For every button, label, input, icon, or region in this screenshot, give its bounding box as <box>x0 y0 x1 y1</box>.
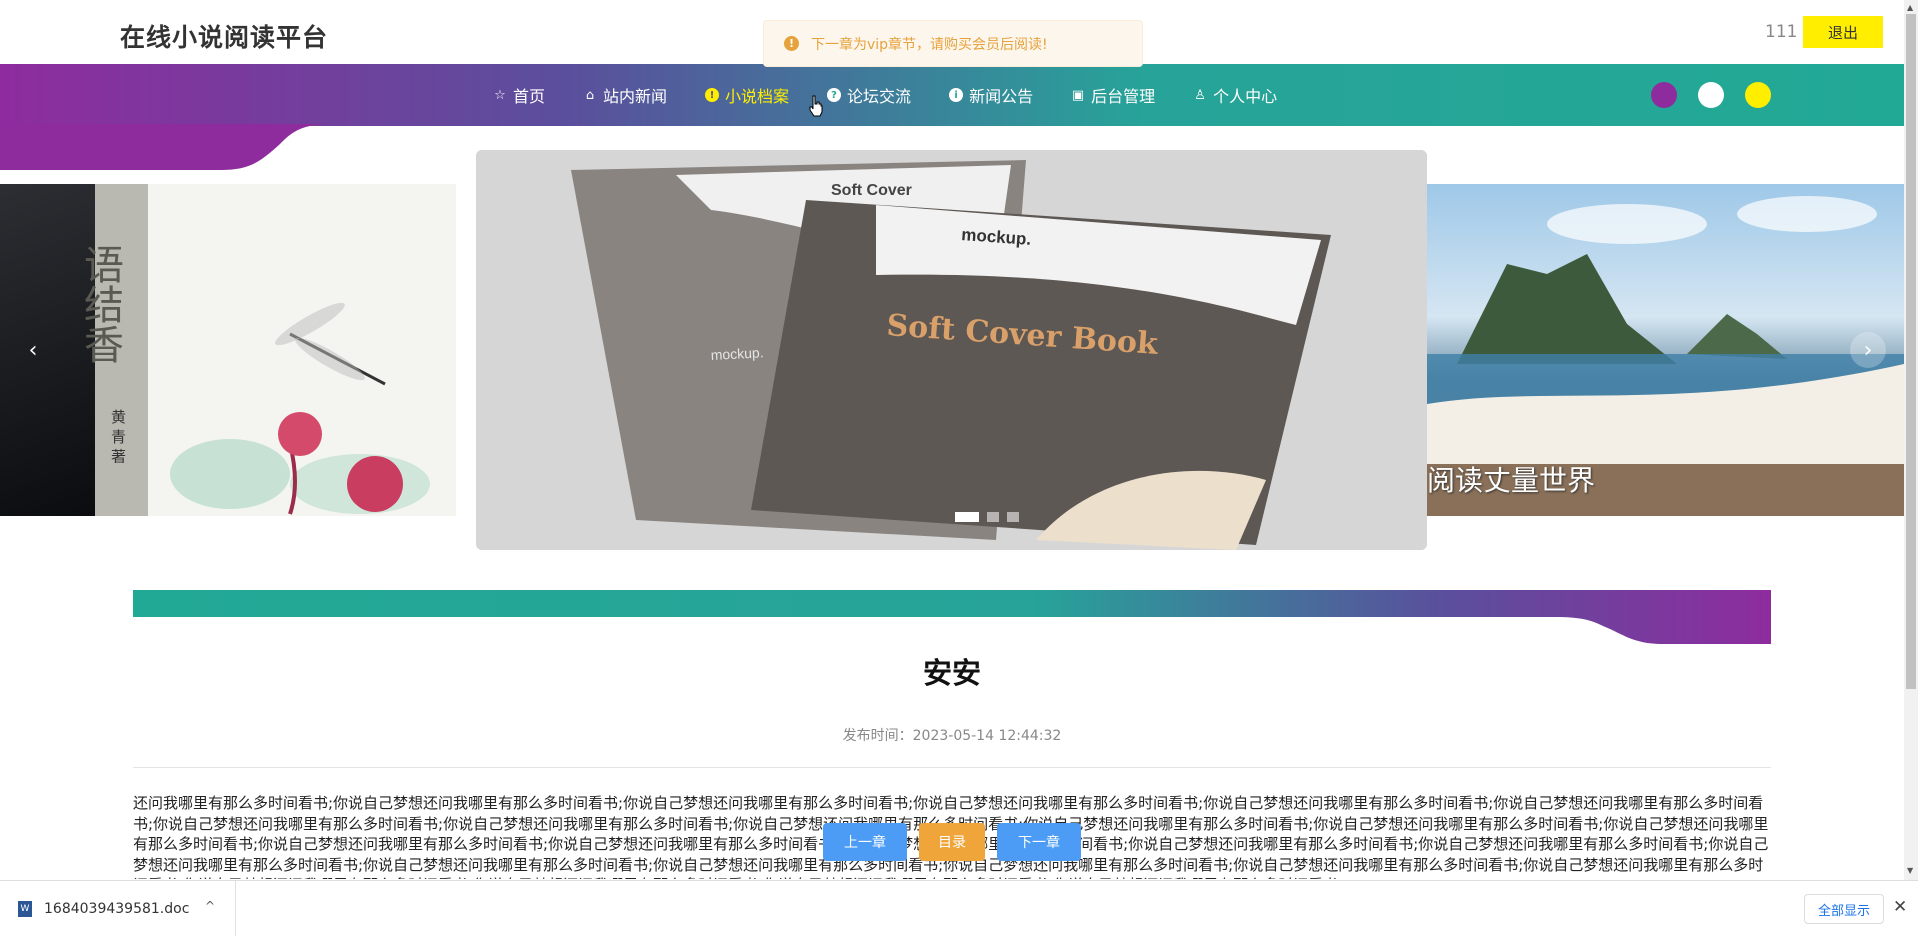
browser-download-bar: W 1684039439581.doc ^ 全部显示 ✕ <box>0 880 1918 936</box>
publish-time: 发布时间：2023-05-14 12:44:32 <box>842 728 1062 744</box>
svg-text:黄 青 著: 黄 青 著 <box>109 409 127 464</box>
nav-item-label: 个人中心 <box>1213 87 1278 106</box>
article-title: 安安 <box>922 656 981 690</box>
info-icon: ! <box>705 88 720 102</box>
carousel-slide-prev[interactable]: 语结香 黄 青 著 <box>0 184 456 516</box>
main-nav: ☆ 首页 ⌂ 站内新闻 ! 小说档案 ? 论坛交流 i 新闻公告 ▣ 后台管理 … <box>0 64 1904 126</box>
carousel-indicator-2[interactable] <box>987 512 999 522</box>
nav-item-home[interactable]: ☆ 首页 <box>493 83 545 107</box>
svg-text:语结香: 语结香 <box>77 244 123 364</box>
close-icon[interactable]: ✕ <box>1893 897 1907 917</box>
word-doc-icon: W <box>18 901 32 917</box>
next-chapter-button[interactable]: 下一章 <box>997 823 1081 861</box>
carousel-indicator-1[interactable] <box>955 512 979 522</box>
svg-text:mockup.: mockup. <box>710 344 764 363</box>
chapter-navigation: 上一章 目录 下一章 <box>823 823 1093 861</box>
softcover-mockup-image: Soft Cover mockup. mockup. Soft Cover Bo… <box>476 150 1427 550</box>
prev-chapter-button[interactable]: 上一章 <box>823 823 907 861</box>
nav-item-label: 首页 <box>513 87 546 106</box>
carousel-prev-arrow[interactable]: ‹ <box>15 332 51 368</box>
logout-button[interactable]: 退出 <box>1803 16 1883 48</box>
carousel-slide-active[interactable]: Soft Cover mockup. mockup. Soft Cover Bo… <box>476 150 1427 550</box>
bag-icon: ⌂ <box>585 87 595 103</box>
download-item[interactable]: W 1684039439581.doc ^ <box>0 881 236 936</box>
nav-item-profile[interactable]: ♙ 个人中心 <box>1193 83 1277 107</box>
clipboard-icon: ▣ <box>1071 87 1085 103</box>
scrollbar-thumb[interactable] <box>1906 14 1916 689</box>
carousel-indicators <box>955 512 1027 522</box>
vip-warning-toast: ! 下一章为vip章节，请购买会员后阅读! <box>763 20 1143 67</box>
dragonfly-illustration: 语结香 黄 青 著 <box>77 244 430 515</box>
mouse-cursor-icon <box>809 95 823 117</box>
banner-carousel: 语结香 黄 青 著 Soft Cover mockup. mockup. Sof… <box>0 150 1904 550</box>
nav-item-announcements[interactable]: i 新闻公告 <box>949 83 1033 107</box>
scroll-up-icon[interactable]: ▲ <box>1907 3 1913 12</box>
table-of-contents-button[interactable]: 目录 <box>919 823 985 861</box>
question-icon: ? <box>827 88 842 102</box>
nav-item-forum[interactable]: ? 论坛交流 <box>827 83 911 107</box>
divider <box>133 767 1771 768</box>
nav-item-label: 新闻公告 <box>969 87 1034 106</box>
carousel-next-arrow[interactable]: › <box>1850 332 1886 368</box>
nav-item-label: 后台管理 <box>1091 87 1156 106</box>
site-title: 在线小说阅读平台 <box>120 23 329 52</box>
nav-item-admin[interactable]: ▣ 后台管理 <box>1071 83 1155 107</box>
theme-dot-yellow[interactable] <box>1745 82 1771 108</box>
scroll-down-icon[interactable]: ▼ <box>1907 866 1913 875</box>
carousel-indicator-3[interactable] <box>1007 512 1019 522</box>
toast-message: 下一章为vip章节，请购买会员后阅读! <box>811 36 1048 53</box>
svg-text:Soft Cover: Soft Cover <box>831 182 912 199</box>
show-all-downloads-button[interactable]: 全部显示 <box>1804 894 1884 924</box>
info-icon: i <box>949 88 964 102</box>
theme-switcher <box>1651 82 1792 108</box>
slide-caption: 阅读丈量世界 <box>1427 464 1596 497</box>
chevron-up-icon[interactable]: ^ <box>205 899 215 913</box>
nav-item-news[interactable]: ⌂ 站内新闻 <box>583 83 667 107</box>
nav-item-novel-archive[interactable]: ! 小说档案 <box>705 83 789 107</box>
carousel-slide-next[interactable]: 阅读丈量世界 <box>1427 184 1904 516</box>
download-filename: 1684039439581.doc <box>44 901 190 917</box>
theme-dot-purple[interactable] <box>1651 82 1677 108</box>
nav-item-label: 站内新闻 <box>603 87 668 106</box>
nav-item-label: 小说档案 <box>725 87 790 106</box>
username[interactable]: 111 <box>1765 22 1797 42</box>
warning-icon: ! <box>784 36 799 51</box>
page-scrollbar[interactable]: ▲ ▼ <box>1904 0 1918 880</box>
theme-dot-white[interactable] <box>1698 82 1724 108</box>
star-icon: ☆ <box>494 87 506 103</box>
nav-menu: ☆ 首页 ⌂ 站内新闻 ! 小说档案 ? 论坛交流 i 新闻公告 ▣ 后台管理 … <box>493 64 1315 126</box>
user-icon: ♙ <box>1194 87 1206 103</box>
content-header-band <box>133 590 1771 644</box>
nav-item-label: 论坛交流 <box>847 87 912 106</box>
